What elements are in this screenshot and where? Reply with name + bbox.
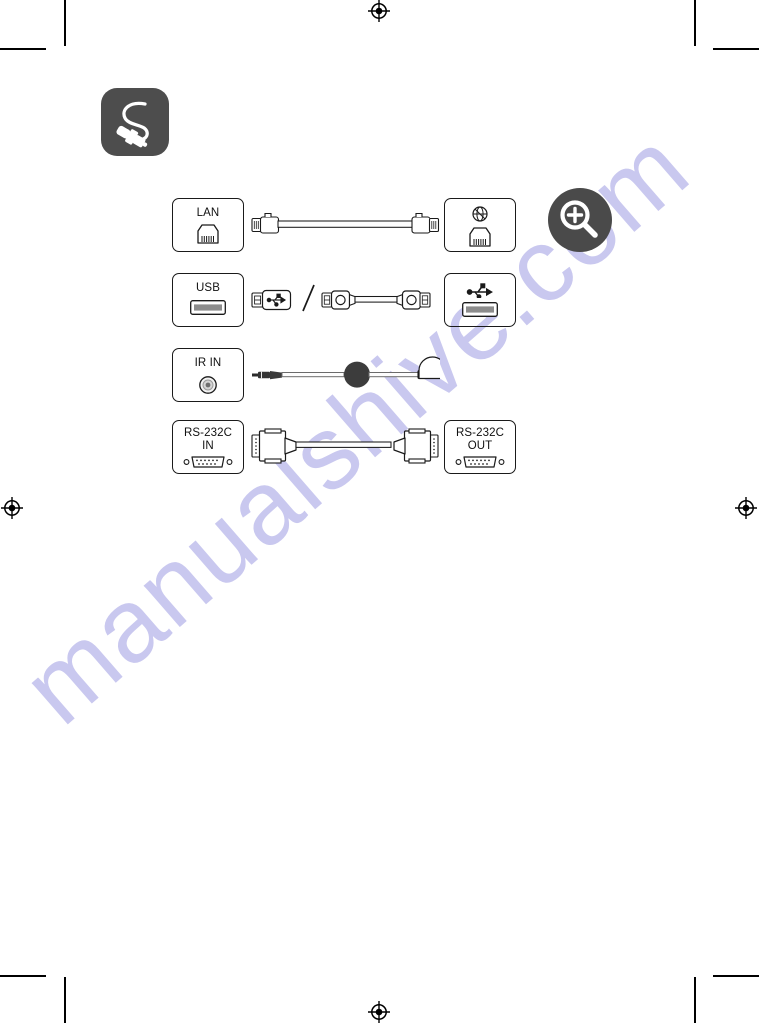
port-label-usb: USB (196, 282, 220, 294)
crop-mark-top-right-horizontal (713, 48, 759, 50)
mini-jack-port-icon (173, 374, 243, 396)
registration-mark-bottom-center (368, 1001, 390, 1023)
usb-devices-icon (250, 273, 440, 327)
dsub-9pin-port-icon (445, 455, 515, 469)
crop-mark-bottom-right-horizontal (713, 975, 759, 977)
globe-network-icon (445, 205, 515, 223)
manual-page: LAN USB IR IN RS-232C IN RS-232C OUT (0, 0, 759, 1023)
connection-row-ir-in: IR IN (0, 348, 759, 412)
crop-mark-bottom-left-vertical (64, 977, 66, 1023)
port-label-rs232c-in-line2: IN (202, 440, 214, 452)
crop-mark-bottom-right-vertical (694, 977, 696, 1023)
dsub-9pin-port-icon (173, 455, 243, 469)
registration-mark-top-center (368, 0, 390, 22)
rj45-jack-icon (173, 223, 243, 245)
port-box-usb-destination[interactable] (444, 273, 516, 327)
port-box-lan-destination[interactable] (444, 198, 516, 252)
usb-trident-icon (445, 282, 515, 298)
section-badge-cable (101, 88, 169, 156)
port-label-rs232c-out-line1: RS-232C (456, 427, 504, 439)
port-label-ir-in: IR IN (194, 357, 222, 369)
cable-plug-icon (116, 101, 149, 148)
usb-type-a-port-icon (445, 302, 515, 317)
port-label-rs232c-in-line1: RS-232C (184, 427, 232, 439)
port-box-usb-source[interactable]: USB (172, 273, 244, 327)
crop-mark-top-right-vertical (694, 0, 696, 46)
rj45-jack-icon (445, 226, 515, 248)
crop-mark-bottom-left-horizontal (0, 975, 46, 977)
usb-type-a-port-icon (173, 300, 243, 315)
lan-ethernet-cable-icon (250, 198, 440, 252)
rs232c-serial-cable-icon (250, 420, 440, 474)
registration-mark-right-middle (735, 497, 757, 519)
crop-mark-top-left-vertical (64, 0, 66, 46)
port-box-rs232c-in[interactable]: RS-232C IN (172, 420, 244, 474)
connection-row-lan: LAN (0, 198, 759, 262)
port-label-lan: LAN (196, 207, 220, 219)
ir-receiver-cable-icon (250, 348, 440, 402)
port-box-rs232c-out[interactable]: RS-232C OUT (444, 420, 516, 474)
crop-mark-top-left-horizontal (0, 48, 46, 50)
registration-mark-left-middle (1, 497, 23, 519)
port-label-rs232c-out-line2: OUT (467, 440, 493, 452)
port-box-ir-in[interactable]: IR IN (172, 348, 244, 402)
connection-row-usb: USB (0, 273, 759, 337)
port-box-lan-source[interactable]: LAN (172, 198, 244, 252)
connection-row-rs232c: RS-232C IN RS-232C OUT (0, 420, 759, 484)
